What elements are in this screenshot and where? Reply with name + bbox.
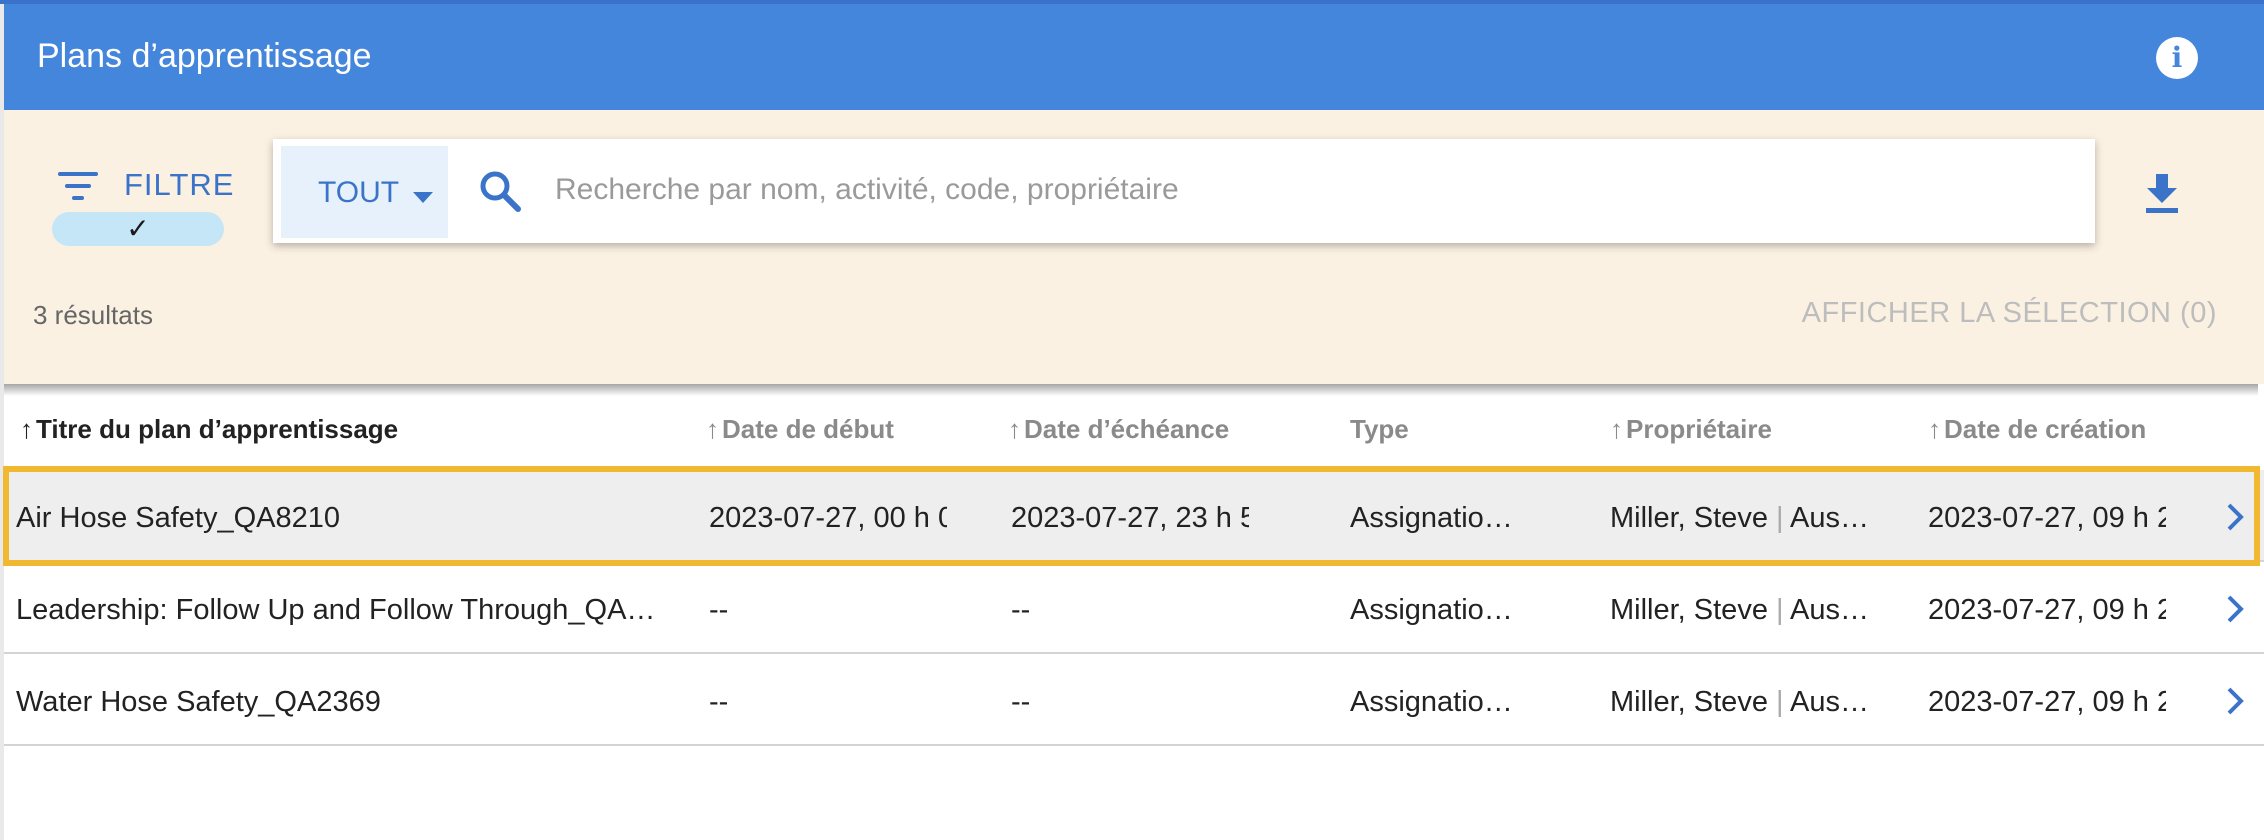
column-header-label: Titre du plan d’apprentissage bbox=[36, 414, 399, 444]
column-header-label: Date de début bbox=[722, 414, 894, 444]
cell-created-date: 2023-07-27, 09 h 2 bbox=[1928, 594, 2166, 626]
owner-name: Miller, Steve bbox=[1610, 502, 1768, 534]
page-title: Plans d’apprentissage bbox=[37, 37, 372, 75]
search-input[interactable] bbox=[555, 159, 2055, 221]
sort-up-arrow-icon: ↑ bbox=[706, 414, 719, 444]
cell-owner: Miller, Steve | Aus… bbox=[1610, 686, 1880, 719]
column-header-due-date[interactable]: ↑ Date d’échéance bbox=[1008, 414, 1229, 445]
table-row[interactable]: Water Hose Safety_QA2369 -- -- Assignati… bbox=[4, 654, 2264, 746]
cell-type: Assignatio… bbox=[1350, 502, 1513, 534]
column-header-owner[interactable]: ↑ Propriétaire bbox=[1610, 414, 1772, 445]
cell-due-date: -- bbox=[1011, 594, 1031, 626]
column-header-label: Date de création bbox=[1944, 414, 2147, 444]
cell-title: Leadership: Follow Up and Follow Through… bbox=[16, 594, 656, 626]
show-selection-button[interactable]: AFFICHER LA SÉLECTION (0) bbox=[1802, 297, 2217, 330]
scope-dropdown-label: TOUT bbox=[318, 176, 400, 209]
cell-start-date: -- bbox=[709, 594, 729, 626]
column-header-type[interactable]: Type bbox=[1350, 414, 1409, 445]
scope-dropdown[interactable]: TOUT bbox=[281, 146, 448, 238]
column-header-label: Propriétaire bbox=[1626, 414, 1772, 444]
column-header-title[interactable]: ↑ Titre du plan d’apprentissage bbox=[20, 414, 398, 445]
download-icon[interactable] bbox=[2142, 172, 2182, 216]
search-bar: TOUT bbox=[273, 139, 2095, 243]
info-icon[interactable]: i bbox=[2156, 37, 2198, 79]
chevron-down-icon bbox=[413, 192, 433, 203]
owner-org: Aus… bbox=[1790, 686, 1870, 718]
chevron-right-icon[interactable] bbox=[2222, 686, 2248, 716]
owner-org: Aus… bbox=[1790, 594, 1870, 626]
cell-type: Assignatio… bbox=[1350, 594, 1513, 626]
toolbar-shadow bbox=[4, 384, 2258, 396]
cell-type: Assignatio… bbox=[1350, 686, 1513, 718]
owner-org: Aus… bbox=[1790, 502, 1870, 534]
sort-up-arrow-icon: ↑ bbox=[1610, 414, 1623, 444]
cell-created-date: 2023-07-27, 09 h 2 bbox=[1928, 686, 2166, 718]
column-header-label: Type bbox=[1350, 414, 1409, 444]
chevron-right-icon[interactable] bbox=[2222, 502, 2248, 532]
check-icon: ✓ bbox=[126, 213, 150, 244]
sort-up-arrow-icon: ↑ bbox=[20, 414, 33, 444]
sort-up-arrow-icon: ↑ bbox=[1928, 414, 1941, 444]
cell-due-date: -- bbox=[1011, 686, 1031, 718]
filter-button[interactable]: FILTRE ✓ bbox=[44, 150, 234, 250]
column-header-label: Date d’échéance bbox=[1024, 414, 1230, 444]
filter-label: FILTRE bbox=[124, 167, 235, 202]
table-row[interactable]: Air Hose Safety_QA8210 2023-07-27, 00 h … bbox=[4, 470, 2264, 562]
owner-separator: | bbox=[1776, 594, 1784, 626]
owner-name: Miller, Steve bbox=[1610, 686, 1768, 718]
cell-start-date: 2023-07-27, 00 h 0 bbox=[709, 502, 947, 534]
cell-title: Air Hose Safety_QA8210 bbox=[16, 502, 341, 534]
table-header: ↑ Titre du plan d’apprentissage ↑ Date de … bbox=[4, 396, 2264, 460]
filter-toolbar: FILTRE ✓ TOUT 3 résultats AFFICHER LA SÉ… bbox=[4, 110, 2264, 384]
app-header: Plans d’apprentissage i bbox=[4, 4, 2264, 110]
column-header-created-date[interactable]: ↑ Date de création bbox=[1928, 414, 2146, 445]
cell-due-date: 2023-07-27, 23 h 5 bbox=[1011, 502, 1249, 534]
owner-separator: | bbox=[1776, 686, 1784, 718]
filter-active-badge: ✓ bbox=[52, 212, 224, 246]
search-icon[interactable] bbox=[478, 169, 522, 213]
cell-start-date: -- bbox=[709, 686, 729, 718]
owner-separator: | bbox=[1776, 502, 1784, 534]
filter-icon bbox=[58, 170, 102, 202]
cell-owner: Miller, Steve | Aus… bbox=[1610, 594, 1880, 627]
table-row[interactable]: Leadership: Follow Up and Follow Through… bbox=[4, 562, 2264, 654]
cell-created-date: 2023-07-27, 09 h 2 bbox=[1928, 502, 2166, 534]
owner-name: Miller, Steve bbox=[1610, 594, 1768, 626]
column-header-start-date[interactable]: ↑ Date de début bbox=[706, 414, 894, 445]
cell-owner: Miller, Steve | Aus… bbox=[1610, 502, 1880, 535]
chevron-right-icon[interactable] bbox=[2222, 594, 2248, 624]
sort-up-arrow-icon: ↑ bbox=[1008, 414, 1021, 444]
cell-title: Water Hose Safety_QA2369 bbox=[16, 686, 381, 718]
result-count: 3 résultats bbox=[33, 300, 153, 330]
